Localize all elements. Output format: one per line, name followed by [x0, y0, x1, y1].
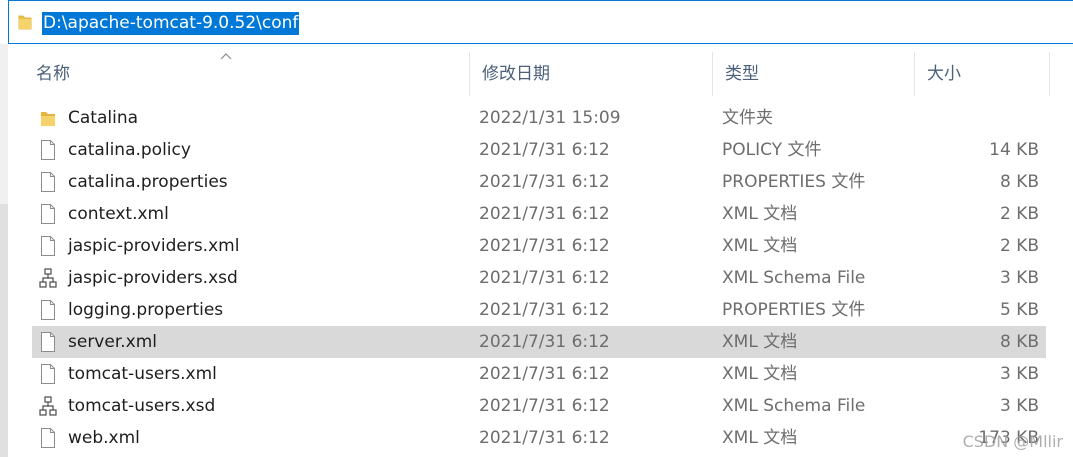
file-row[interactable]: catalina.properties 2021/7/31 6:12 PROPERT…: [32, 166, 1046, 198]
folder-icon: [18, 15, 32, 30]
file-size: 2 KB: [999, 204, 1039, 224]
file-row[interactable]: tomcat-users.xml 2021/7/31 6:12 XML 文档 3 KB: [32, 358, 1046, 390]
file-icon: [39, 299, 57, 321]
file-date: 2021/7/31 6:12: [479, 268, 610, 288]
file-list: Catalina 2022/1/31 15:09 文件夹 catalina.polic…: [32, 102, 1046, 454]
file-name: logging.properties: [68, 300, 224, 320]
file-name: catalina.properties: [68, 172, 228, 192]
file-date: 2021/7/31 6:12: [479, 364, 610, 384]
file-icon: [39, 171, 57, 193]
sort-ascending-icon: [220, 50, 232, 62]
file-type: XML Schema File: [722, 396, 866, 416]
file-type: XML 文档: [722, 204, 798, 224]
address-bar[interactable]: D:\apache-tomcat-9.0.52\conf: [8, 0, 1073, 44]
file-size: 3 KB: [999, 268, 1039, 288]
folder-icon: [39, 107, 57, 129]
file-name: catalina.policy: [68, 140, 191, 160]
file-type: 文件夹: [722, 108, 773, 128]
watermark: CSDN @Mllir: [962, 432, 1063, 451]
schema-icon: [39, 395, 57, 417]
address-path[interactable]: D:\apache-tomcat-9.0.52\conf: [42, 12, 300, 35]
navigation-pane-edge: [0, 44, 8, 457]
file-type: PROPERTIES 文件: [722, 300, 866, 320]
file-row[interactable]: logging.properties 2021/7/31 6:12 PROPERTI…: [32, 294, 1046, 326]
file-size: 3 KB: [999, 396, 1039, 416]
column-header-date[interactable]: 修改日期: [470, 52, 713, 96]
column-header-name[interactable]: 名称: [24, 52, 470, 96]
file-date: 2021/7/31 6:12: [479, 332, 610, 352]
column-header: 名称 修改日期 类型 大小: [24, 52, 1050, 96]
file-name: Catalina: [68, 108, 139, 128]
file-icon: [39, 331, 57, 353]
file-date: 2021/7/31 6:12: [479, 428, 610, 448]
file-type: XML Schema File: [722, 268, 866, 288]
schema-icon: [39, 267, 57, 289]
file-row[interactable]: web.xml 2021/7/31 6:12 XML 文档 173 KB: [32, 422, 1046, 454]
file-name: server.xml: [68, 332, 158, 352]
file-size: 8 KB: [999, 172, 1039, 192]
file-explorer-window: D:\apache-tomcat-9.0.52\conf 名称 修改日期 类型 …: [0, 0, 1073, 457]
file-type: POLICY 文件: [722, 140, 822, 160]
file-row[interactable]: context.xml 2021/7/31 6:12 XML 文档 2 KB: [32, 198, 1046, 230]
file-date: 2021/7/31 6:12: [479, 396, 610, 416]
file-icon: [39, 363, 57, 385]
column-header-type[interactable]: 类型: [713, 52, 915, 96]
file-name: web.xml: [68, 428, 140, 448]
file-date: 2021/7/31 6:12: [479, 172, 610, 192]
file-type: XML 文档: [722, 332, 798, 352]
file-date: 2021/7/31 6:12: [479, 236, 610, 256]
file-icon: [39, 203, 57, 225]
file-size: 8 KB: [999, 332, 1039, 352]
file-icon: [39, 235, 57, 257]
file-size: 5 KB: [999, 300, 1039, 320]
file-size: 3 KB: [999, 364, 1039, 384]
file-date: 2022/1/31 15:09: [479, 108, 621, 128]
file-type: XML 文档: [722, 364, 798, 384]
file-name: tomcat-users.xml: [68, 364, 217, 384]
file-name: context.xml: [68, 204, 169, 224]
file-icon: [39, 139, 57, 161]
file-name: jaspic-providers.xsd: [68, 268, 238, 288]
file-type: PROPERTIES 文件: [722, 172, 866, 192]
file-row[interactable]: catalina.policy 2021/7/31 6:12 POLICY 文件 14…: [32, 134, 1046, 166]
file-size: 14 KB: [989, 140, 1039, 160]
file-date: 2021/7/31 6:12: [479, 140, 610, 160]
column-header-size[interactable]: 大小: [915, 52, 1050, 96]
file-type: XML 文档: [722, 236, 798, 256]
file-row[interactable]: server.xml 2021/7/31 6:12 XML 文档 8 KB: [32, 326, 1046, 358]
file-row[interactable]: jaspic-providers.xsd 2021/7/31 6:12 XML Sc…: [32, 262, 1046, 294]
navigation-scrollbar-thumb[interactable]: [0, 204, 8, 457]
file-date: 2021/7/31 6:12: [479, 204, 610, 224]
file-type: XML 文档: [722, 428, 798, 448]
file-row[interactable]: tomcat-users.xsd 2021/7/31 6:12 XML Schema…: [32, 390, 1046, 422]
file-icon: [39, 427, 57, 449]
file-date: 2021/7/31 6:12: [479, 300, 610, 320]
file-row[interactable]: jaspic-providers.xml 2021/7/31 6:12 XML 文档…: [32, 230, 1046, 262]
file-name: jaspic-providers.xml: [68, 236, 240, 256]
file-name: tomcat-users.xsd: [68, 396, 216, 416]
file-row[interactable]: Catalina 2022/1/31 15:09 文件夹: [32, 102, 1046, 134]
file-size: 2 KB: [999, 236, 1039, 256]
